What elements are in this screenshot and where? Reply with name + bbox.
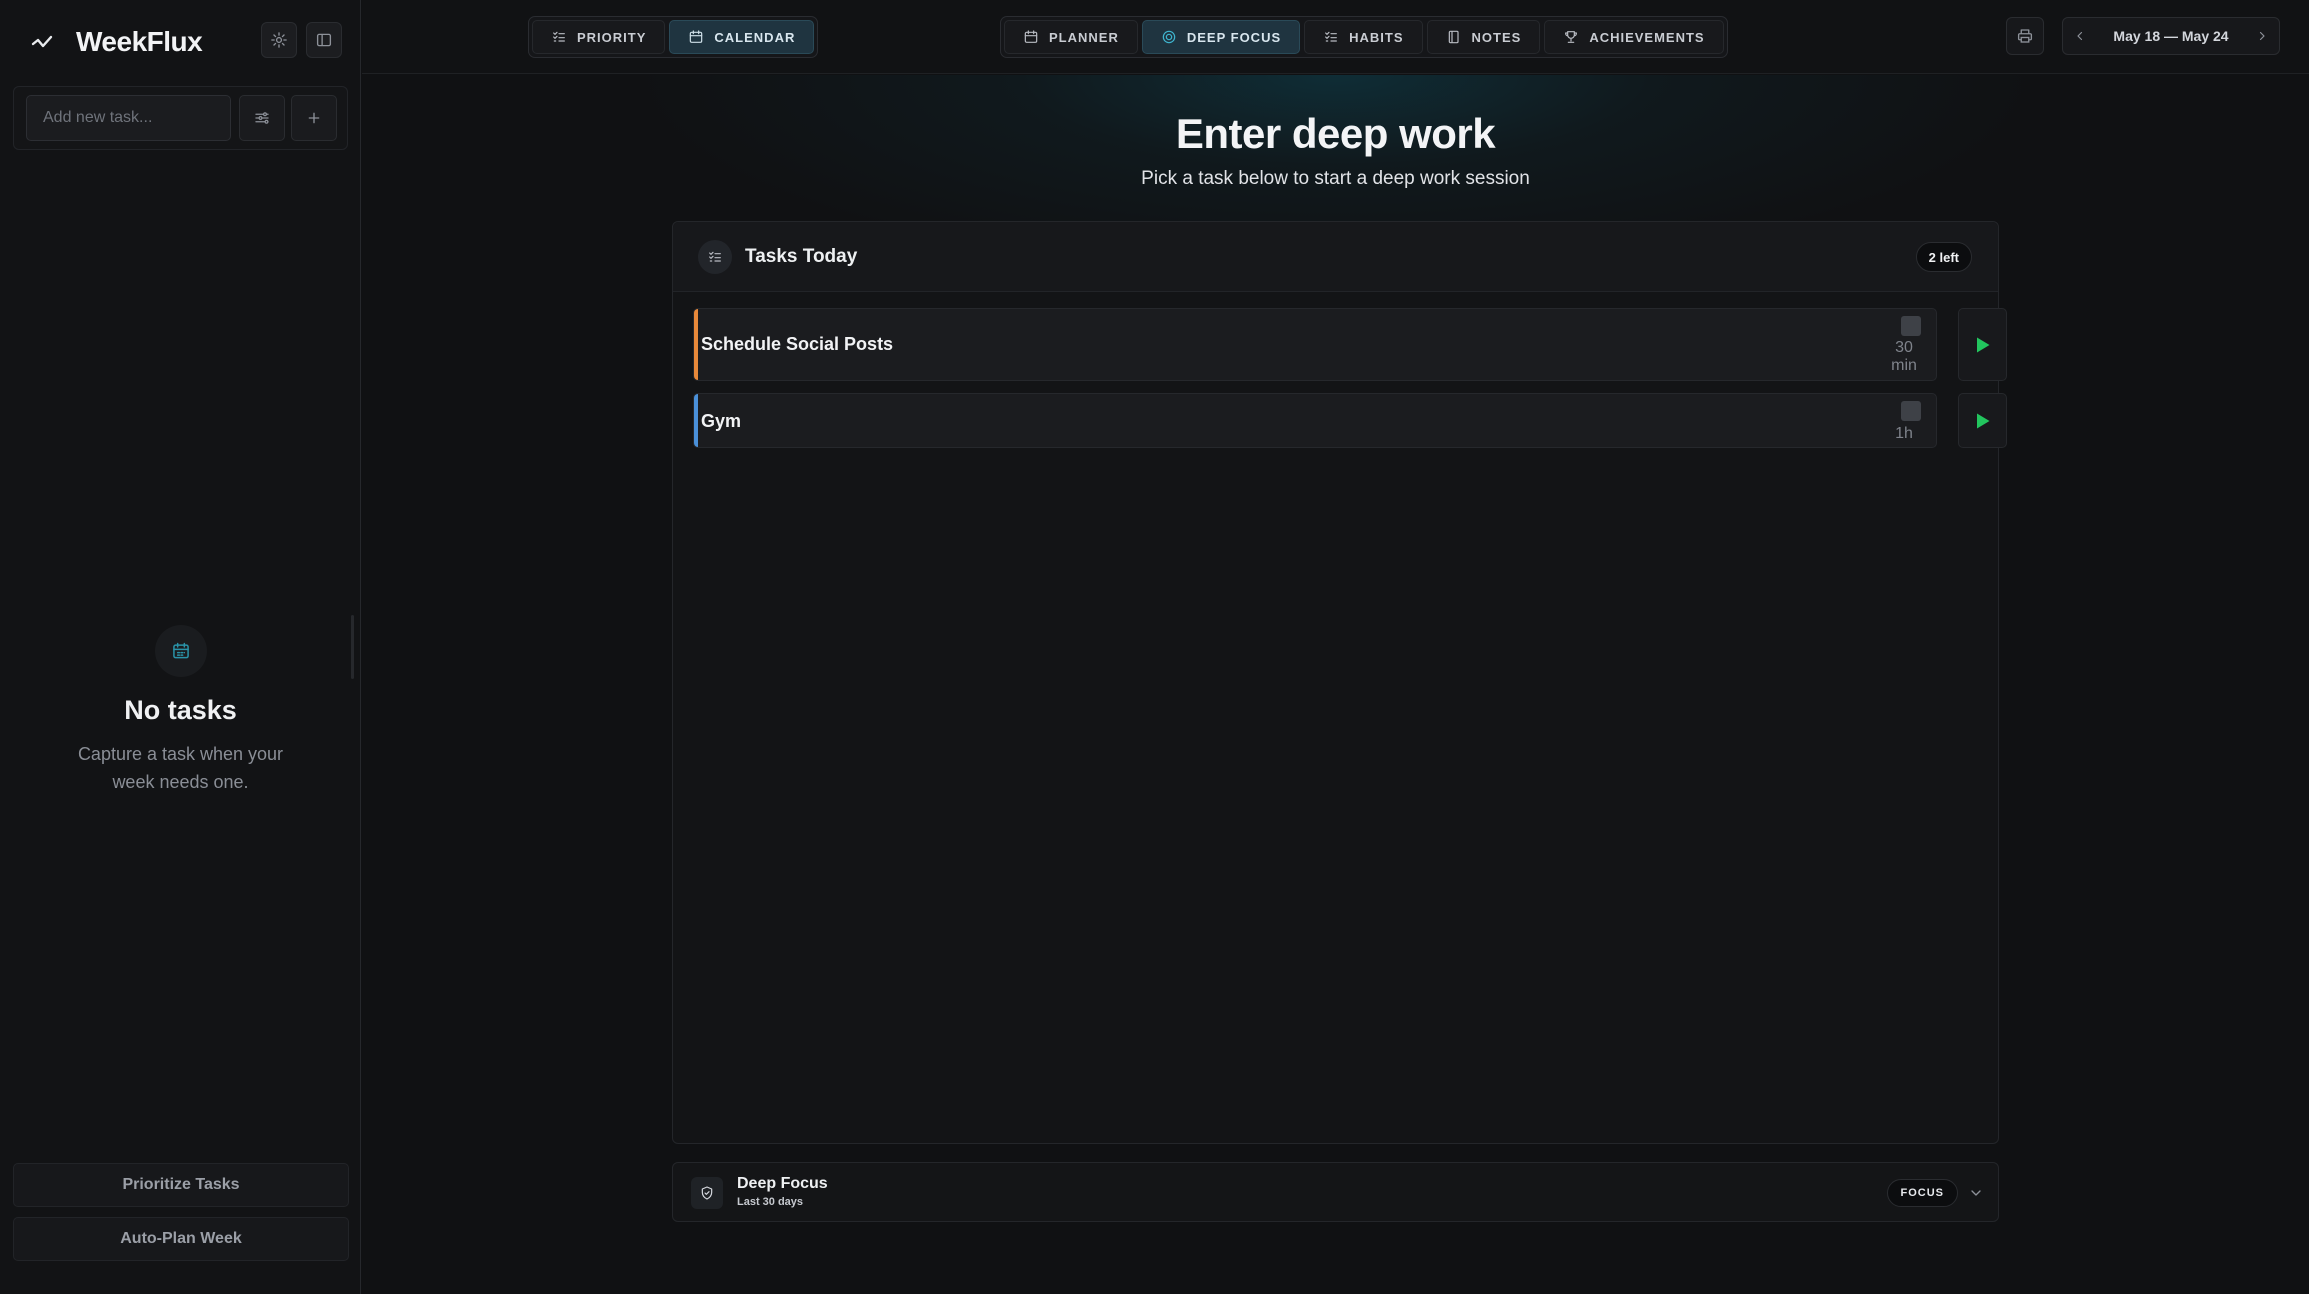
empty-subtitle: Capture a task when your week needs one. (77, 744, 284, 792)
main-tabs: PLANNER DEEP FOCUS HABITS NOTES ACHIEVEM… (1000, 16, 1728, 58)
shield-check-icon (691, 1177, 723, 1209)
task-checkbox[interactable] (1901, 316, 1921, 336)
sidebar: WeekFlux No tasks Capture a task when yo… (0, 0, 361, 1294)
list-sort-icon (551, 29, 567, 45)
tasks-today-card: Tasks Today 2 left Schedule Social Posts… (672, 221, 2007, 1144)
sidebar-panel-icon (315, 31, 333, 49)
target-icon (1161, 29, 1177, 45)
next-week-button[interactable] (2245, 18, 2279, 54)
task-checkbox[interactable] (1901, 401, 1921, 421)
add-task-button[interactable] (291, 95, 337, 141)
focus-badge: FOCUS (1886, 1179, 1958, 1207)
chevron-right-icon (2256, 30, 2268, 42)
tasks-card-header: Tasks Today 2 left (673, 222, 1998, 292)
printer-icon (2016, 27, 2034, 45)
checklist-icon (1323, 29, 1339, 45)
auto-plan-week-button[interactable]: Auto-Plan Week (13, 1217, 349, 1261)
calendar-icon (154, 625, 207, 677)
task-name: Gym (701, 411, 742, 431)
checklist-icon (698, 240, 732, 274)
remaining-count-badge: 2 left (1915, 242, 1972, 272)
task-row[interactable]: Schedule Social Posts 30 min (693, 308, 1937, 381)
prioritize-tasks-button[interactable]: Prioritize Tasks (13, 1163, 349, 1207)
trophy-icon (1563, 29, 1579, 45)
previous-week-button[interactable] (2063, 18, 2097, 54)
settings-button[interactable] (261, 22, 297, 58)
start-session-button[interactable] (1958, 393, 2007, 448)
empty-state: No tasks Capture a task when your week n… (0, 625, 361, 796)
play-icon (1975, 412, 1991, 430)
view-toggle: PRIORITY CALENDAR (528, 16, 819, 58)
task-options-button[interactable] (239, 95, 285, 141)
view-priority-label: PRIORITY (577, 29, 647, 45)
play-icon (1975, 336, 1991, 354)
tab-notes-label: NOTES (1471, 29, 1522, 45)
task-duration: 1h (1884, 425, 1924, 443)
gear-icon (270, 31, 288, 49)
tab-achievements-label: ACHIEVEMENTS (1589, 29, 1705, 45)
logo-wave-icon (28, 28, 56, 56)
tab-planner-label: PLANNER (1049, 29, 1119, 45)
tab-notes[interactable]: NOTES (1426, 20, 1541, 54)
task-row[interactable]: Gym 1h (693, 393, 1937, 448)
task-duration-value: 30 (1895, 339, 1913, 356)
plus-icon (306, 110, 322, 126)
brand-name: WeekFlux (76, 26, 203, 57)
view-calendar-button[interactable]: CALENDAR (669, 20, 815, 54)
collapse-sidebar-button[interactable] (306, 22, 342, 58)
task-duration-unit: min (1891, 357, 1917, 374)
tasks-card-title: Tasks Today (745, 246, 858, 267)
sidebar-resize-handle[interactable] (351, 615, 354, 679)
task-duration-value: 1h (1895, 425, 1913, 442)
notebook-icon (1446, 29, 1462, 45)
chevron-left-icon (2074, 30, 2086, 42)
calendar-icon (1023, 29, 1039, 45)
add-task-box (13, 86, 348, 150)
week-navigator: May 18 — May 24 (2062, 17, 2280, 55)
task-name: Schedule Social Posts (701, 334, 894, 354)
top-bar: PRIORITY CALENDAR PLANNER DEEP FOCUS HAB… (362, 0, 2309, 74)
tab-planner[interactable]: PLANNER (1004, 20, 1138, 54)
start-session-button[interactable] (1958, 308, 2007, 381)
chevron-down-icon[interactable] (1968, 1185, 1984, 1201)
tab-achievements[interactable]: ACHIEVEMENTS (1544, 20, 1724, 54)
page-subtitle: Pick a task below to start a deep work s… (1141, 168, 1530, 189)
week-range: May 18 — May 24 (2113, 28, 2229, 44)
tab-deep-focus[interactable]: DEEP FOCUS (1141, 20, 1301, 54)
print-button[interactable] (2006, 17, 2044, 55)
view-calendar-label: CALENDAR (714, 29, 796, 45)
empty-title: No tasks (124, 695, 237, 725)
task-duration: 30 min (1884, 339, 1924, 375)
task-priority-accent (694, 394, 698, 447)
focus-panel-subtitle: Last 30 days (737, 1196, 804, 1208)
tab-deep-focus-label: DEEP FOCUS (1186, 29, 1282, 45)
calendar-icon (688, 29, 704, 45)
brand[interactable]: WeekFlux (28, 22, 203, 62)
tab-habits-label: HABITS (1349, 29, 1404, 45)
focus-panel-title: Deep Focus (737, 1175, 828, 1192)
sliders-icon (253, 109, 271, 127)
page-title: Enter deep work (1175, 110, 1496, 157)
view-priority-button[interactable]: PRIORITY (532, 20, 666, 54)
deep-focus-panel[interactable]: Deep Focus Last 30 days FOCUS (672, 1162, 1999, 1222)
task-priority-accent (694, 309, 698, 380)
tab-habits[interactable]: HABITS (1304, 20, 1423, 54)
add-task-input[interactable] (26, 95, 231, 141)
